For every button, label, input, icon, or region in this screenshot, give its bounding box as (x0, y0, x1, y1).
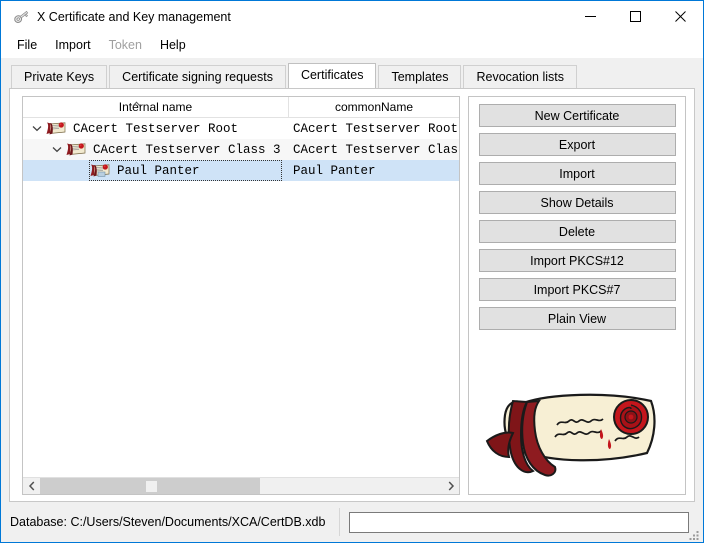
status-bar: Database: C:/Users/Steven/Documents/XCA/… (1, 502, 703, 542)
column-header-internal-name-label: Internal name (119, 100, 192, 114)
chevron-down-icon[interactable] (29, 125, 45, 132)
scrollbar-track[interactable] (40, 478, 442, 494)
cell-common-name: CAcert Testserver Class 3 (289, 143, 459, 157)
menu-bar: File Import Token Help (1, 32, 703, 58)
app-window: X Certificate and Key management File Im… (0, 0, 704, 543)
maximize-button[interactable] (613, 1, 658, 32)
focus-outline (89, 160, 282, 181)
menu-file[interactable]: File (8, 35, 46, 55)
chevron-left-icon[interactable] (23, 478, 40, 494)
new-certificate-button[interactable]: New Certificate (479, 104, 676, 127)
tab-content-certificates: Internal name commonName (9, 88, 695, 502)
cell-common-name: CAcert Testserver Root (289, 122, 459, 136)
import-pkcs12-button[interactable]: Import PKCS#12 (479, 249, 676, 272)
status-divider (339, 508, 340, 536)
show-details-button[interactable]: Show Details (479, 191, 676, 214)
window-title: X Certificate and Key management (37, 10, 231, 24)
close-button[interactable] (658, 1, 703, 32)
action-panel: New Certificate Export Import Show Detai… (468, 96, 686, 495)
tree-header-row: Internal name commonName (23, 97, 459, 118)
horizontal-scrollbar[interactable] (23, 477, 459, 494)
scrollbar-grip (146, 481, 157, 492)
tab-private-keys[interactable]: Private Keys (11, 65, 107, 88)
cell-internal-name: CAcert Testserver Root (67, 122, 238, 136)
tab-bar: Private Keys Certificate signing request… (11, 63, 703, 88)
key-icon (8, 8, 34, 25)
import-button[interactable]: Import (479, 162, 676, 185)
tab-certificates[interactable]: Certificates (288, 63, 377, 88)
column-header-common-name[interactable]: commonName (289, 97, 459, 117)
status-search-input[interactable] (349, 512, 689, 533)
chevron-down-icon[interactable] (49, 146, 65, 153)
column-header-internal-name[interactable]: Internal name (23, 97, 289, 117)
certificate-scroll-logo (477, 378, 677, 488)
import-pkcs7-button[interactable]: Import PKCS#7 (479, 278, 676, 301)
minimize-button[interactable] (568, 1, 613, 32)
table-row[interactable]: CAcert Testserver Root CAcert Testserver… (23, 118, 459, 139)
certificate-icon (45, 121, 67, 136)
title-bar: X Certificate and Key management (1, 1, 703, 32)
database-path-label: Database: C:/Users/Steven/Documents/XCA/… (10, 515, 325, 529)
menu-help[interactable]: Help (151, 35, 195, 55)
menu-token: Token (100, 35, 151, 55)
certificate-icon (65, 142, 87, 157)
tree-rows: CAcert Testserver Root CAcert Testserver… (23, 118, 459, 477)
cell-internal-name: CAcert Testserver Class 3 (87, 143, 281, 157)
table-row[interactable]: CAcert Testserver Class 3 CAcert Testser… (23, 139, 459, 160)
tab-certificate-signing-requests[interactable]: Certificate signing requests (109, 65, 286, 88)
delete-button[interactable]: Delete (479, 220, 676, 243)
cell-common-name: Paul Panter (289, 164, 459, 178)
column-header-common-name-label: commonName (335, 100, 413, 114)
tab-revocation-lists[interactable]: Revocation lists (463, 65, 577, 88)
menu-import[interactable]: Import (46, 35, 99, 55)
chevron-right-icon[interactable] (442, 478, 459, 494)
sort-ascending-icon (132, 96, 141, 110)
tab-templates[interactable]: Templates (378, 65, 461, 88)
export-button[interactable]: Export (479, 133, 676, 156)
certificate-tree: Internal name commonName (22, 96, 460, 495)
plain-view-button[interactable]: Plain View (479, 307, 676, 330)
table-row[interactable]: Paul Panter Paul Panter (23, 160, 459, 181)
resize-grip-icon[interactable] (688, 528, 700, 540)
scrollbar-thumb[interactable] (40, 478, 260, 494)
window-controls (568, 1, 703, 32)
